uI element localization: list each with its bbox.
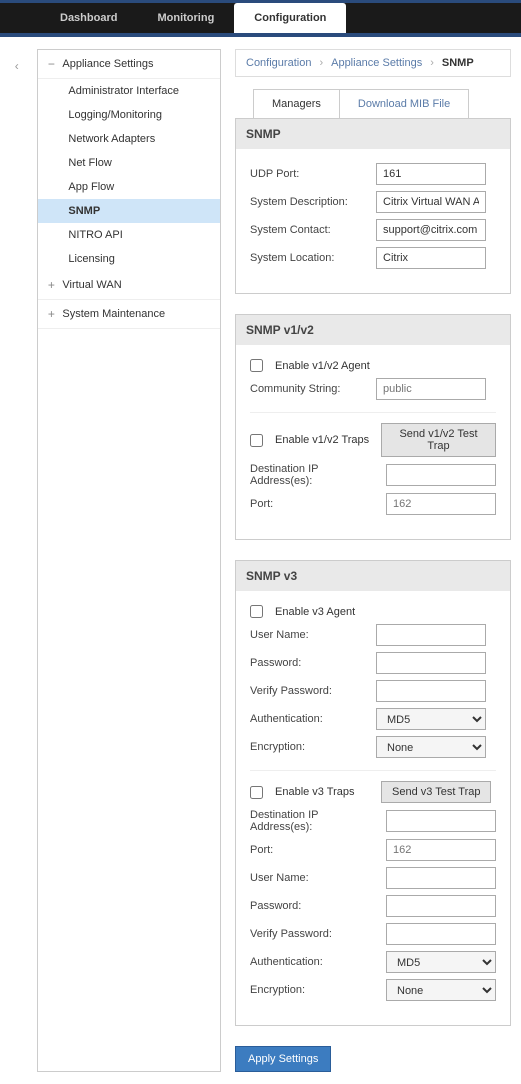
v3-trap-auth-label: Authentication: [250, 956, 380, 968]
tab-monitoring[interactable]: Monitoring [137, 3, 234, 33]
udp-port-label: UDP Port: [250, 168, 370, 180]
sidebar: − Appliance Settings Administrator Inter… [37, 49, 221, 1072]
v3-enc-label: Encryption: [250, 741, 370, 753]
v3-trap-user-label: User Name: [250, 872, 380, 884]
v3-trap-verify-password-label: Verify Password: [250, 928, 380, 940]
enable-v3-traps-label: Enable v3 Traps [275, 786, 375, 798]
chevron-right-icon: › [430, 57, 434, 69]
system-contact-input[interactable] [376, 219, 486, 241]
sidebar-item-logging-monitoring[interactable]: Logging/Monitoring [38, 103, 220, 127]
v3-verify-password-input[interactable] [376, 680, 486, 702]
sidebar-group-virtual-wan[interactable]: + Virtual WAN [38, 271, 220, 300]
panel-snmp: SNMP UDP Port: System Description: Syste… [235, 118, 511, 294]
enable-v3-traps-checkbox[interactable] [250, 786, 263, 799]
v3-auth-select[interactable]: MD5 [376, 708, 486, 730]
v1v2-dest-ip-input[interactable] [386, 464, 496, 486]
v3-trap-auth-select[interactable]: MD5 [386, 951, 496, 973]
panel-snmp-v3: SNMP v3 Enable v3 Agent User Name: Passw… [235, 560, 511, 1026]
plus-icon: + [46, 307, 56, 321]
content-tabs: Managers Download MIB File [253, 89, 511, 118]
apply-settings-button[interactable]: Apply Settings [235, 1046, 331, 1072]
breadcrumb: Configuration › Appliance Settings › SNM… [235, 49, 511, 77]
sidebar-group-label: System Maintenance [62, 308, 165, 320]
enable-v1v2-traps-checkbox[interactable] [250, 434, 263, 447]
tab-managers[interactable]: Managers [253, 89, 340, 119]
chevron-left-icon: ‹ [15, 59, 19, 73]
v3-trap-verify-password-input[interactable] [386, 923, 496, 945]
system-description-label: System Description: [250, 196, 370, 208]
v3-enc-select[interactable]: None [376, 736, 486, 758]
enable-v1v2-traps-label: Enable v1/v2 Traps [275, 434, 375, 446]
community-string-input[interactable] [376, 378, 486, 400]
v3-trap-password-input[interactable] [386, 895, 496, 917]
panel-title: SNMP [236, 119, 510, 149]
sidebar-item-app-flow[interactable]: App Flow [38, 175, 220, 199]
v1v2-dest-ip-label: Destination IP Address(es): [250, 463, 380, 487]
v3-dest-ip-input[interactable] [386, 810, 496, 832]
send-v3-test-trap-button[interactable]: Send v3 Test Trap [381, 781, 491, 803]
tab-dashboard[interactable]: Dashboard [40, 3, 137, 33]
system-contact-label: System Contact: [250, 224, 370, 236]
v3-password-label: Password: [250, 657, 370, 669]
v3-verify-password-label: Verify Password: [250, 685, 370, 697]
v3-dest-ip-label: Destination IP Address(es): [250, 809, 380, 833]
sidebar-item-administrator-interface[interactable]: Administrator Interface [38, 79, 220, 103]
tab-download-mib[interactable]: Download MIB File [340, 89, 469, 119]
sidebar-group-label: Virtual WAN [62, 279, 121, 291]
breadcrumb-current: SNMP [442, 57, 474, 69]
v1v2-port-input[interactable] [386, 493, 496, 515]
panel-title: SNMP v3 [236, 561, 510, 591]
sidebar-item-snmp[interactable]: SNMP [38, 199, 220, 223]
breadcrumb-configuration[interactable]: Configuration [246, 57, 311, 69]
community-string-label: Community String: [250, 383, 370, 395]
v3-trap-port-input[interactable] [386, 839, 496, 861]
minus-icon: − [46, 57, 56, 71]
sidebar-group-appliance-settings[interactable]: − Appliance Settings [38, 50, 220, 79]
v3-trap-enc-label: Encryption: [250, 984, 380, 996]
v3-user-input[interactable] [376, 624, 486, 646]
enable-v1v2-agent-checkbox[interactable] [250, 359, 263, 372]
sidebar-collapse-handle[interactable]: ‹ [10, 51, 23, 81]
sidebar-item-net-flow[interactable]: Net Flow [38, 151, 220, 175]
v3-user-label: User Name: [250, 629, 370, 641]
panel-title: SNMP v1/v2 [236, 315, 510, 345]
sidebar-group-system-maintenance[interactable]: + System Maintenance [38, 300, 220, 329]
tab-configuration[interactable]: Configuration [234, 3, 346, 33]
plus-icon: + [46, 278, 56, 292]
v3-trap-password-label: Password: [250, 900, 380, 912]
v3-password-input[interactable] [376, 652, 486, 674]
top-nav: Dashboard Monitoring Configuration [0, 0, 521, 37]
breadcrumb-appliance-settings[interactable]: Appliance Settings [331, 57, 422, 69]
v3-trap-enc-select[interactable]: None [386, 979, 496, 1001]
v3-trap-user-input[interactable] [386, 867, 496, 889]
send-v1v2-test-trap-button[interactable]: Send v1/v2 Test Trap [381, 423, 496, 457]
v1v2-port-label: Port: [250, 498, 380, 510]
system-location-input[interactable] [376, 247, 486, 269]
enable-v1v2-agent-label: Enable v1/v2 Agent [275, 360, 370, 372]
panel-snmp-v1v2: SNMP v1/v2 Enable v1/v2 Agent Community … [235, 314, 511, 540]
sidebar-group-label: Appliance Settings [62, 58, 153, 70]
sidebar-item-nitro-api[interactable]: NITRO API [38, 223, 220, 247]
sidebar-item-licensing[interactable]: Licensing [38, 247, 220, 271]
v3-trap-port-label: Port: [250, 844, 380, 856]
sidebar-item-network-adapters[interactable]: Network Adapters [38, 127, 220, 151]
enable-v3-agent-checkbox[interactable] [250, 605, 263, 618]
system-location-label: System Location: [250, 252, 370, 264]
udp-port-input[interactable] [376, 163, 486, 185]
enable-v3-agent-label: Enable v3 Agent [275, 606, 355, 618]
chevron-right-icon: › [319, 57, 323, 69]
v3-auth-label: Authentication: [250, 713, 370, 725]
system-description-input[interactable] [376, 191, 486, 213]
